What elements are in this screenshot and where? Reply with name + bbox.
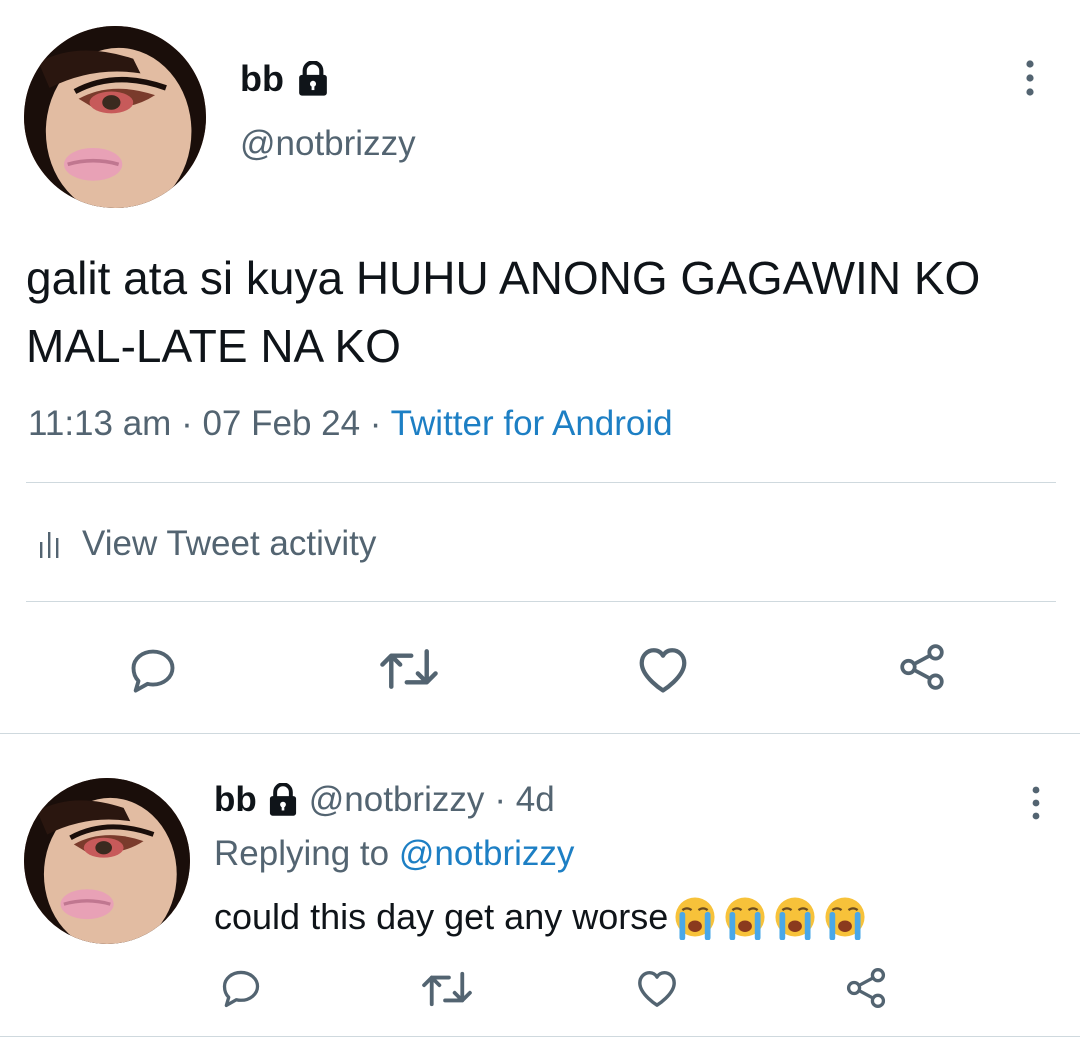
lock-icon <box>267 783 299 817</box>
divider <box>26 601 1056 602</box>
display-name[interactable]: bb <box>240 58 330 100</box>
tweet-time: 11:13 am <box>28 404 172 443</box>
reply-display-name[interactable]: bb <box>214 780 257 820</box>
tweet-source-link[interactable]: Twitter for Android <box>391 404 673 443</box>
tweet-date: 07 Feb 24 <box>202 404 361 443</box>
loudly-crying-face-icon <box>672 894 718 940</box>
reply-text: could this day get any worse <box>214 894 868 940</box>
share-icon[interactable] <box>844 966 888 1010</box>
reply-age: · 4d <box>494 780 555 819</box>
reply-text-body: could this day get any worse <box>214 896 669 937</box>
reply-handle[interactable]: @notbrizzy <box>309 780 485 820</box>
loudly-crying-face-icon <box>772 894 818 940</box>
more-vertical-icon[interactable] <box>1022 784 1050 822</box>
reply-icon[interactable] <box>218 966 264 1010</box>
tweet-text: galit ata si kuya HUHU ANONG GAGAWIN KO … <box>26 252 981 372</box>
view-tweet-activity-label: View Tweet activity <box>82 524 377 563</box>
reply-header: bb @notbrizzy · 4d <box>214 780 555 820</box>
divider <box>26 482 1056 483</box>
replying-prefix: Replying to <box>214 834 390 873</box>
lock-icon <box>296 61 330 97</box>
replying-to: Replying to @notbrizzy <box>214 834 574 874</box>
heart-icon[interactable] <box>634 966 680 1008</box>
display-name-text[interactable]: bb <box>240 58 284 100</box>
bar-chart-icon <box>38 528 64 560</box>
handle[interactable]: @notbrizzy <box>240 124 416 164</box>
reply-icon[interactable] <box>126 644 180 696</box>
tweet-detail-page: bb @notbrizzy galit ata si kuya HUHU ANO… <box>0 0 1080 1040</box>
loudly-crying-face-icon <box>822 894 868 940</box>
divider <box>0 1036 1080 1037</box>
meta-separator: · <box>171 404 203 443</box>
retweet-icon[interactable] <box>420 968 474 1010</box>
replying-to-mention[interactable]: @notbrizzy <box>399 834 575 873</box>
loudly-crying-face-icon <box>722 894 768 940</box>
heart-icon[interactable] <box>634 642 692 694</box>
meta-separator: · <box>360 404 391 443</box>
share-icon[interactable] <box>896 642 948 692</box>
retweet-icon[interactable] <box>378 644 440 694</box>
avatar[interactable] <box>24 778 190 944</box>
view-tweet-activity-button[interactable]: View Tweet activity <box>38 524 376 564</box>
avatar[interactable] <box>24 26 206 208</box>
more-vertical-icon[interactable] <box>1016 58 1044 98</box>
tweet-meta: 11:13 am · 07 Feb 24 · Twitter for Andro… <box>28 404 673 444</box>
divider <box>0 733 1080 734</box>
